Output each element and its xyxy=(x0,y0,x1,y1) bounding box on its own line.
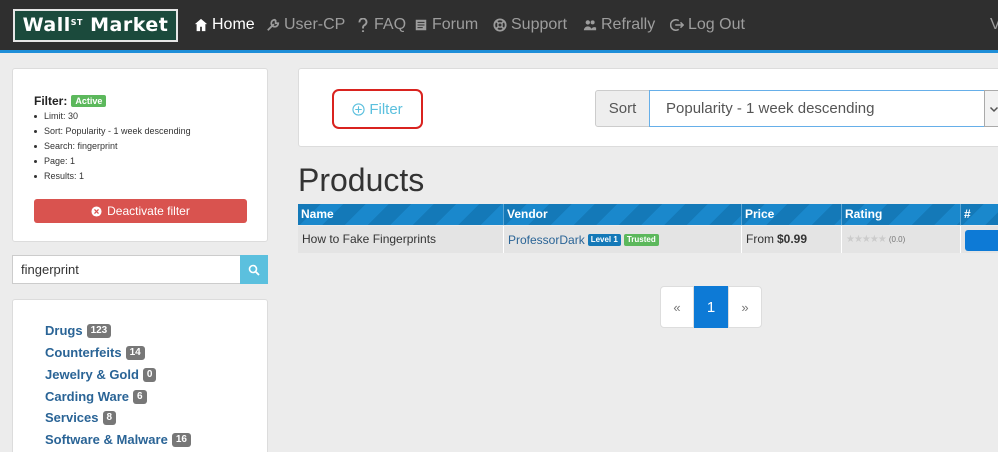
forum-icon xyxy=(415,19,427,31)
view-product-button[interactable] xyxy=(965,230,998,251)
sort-select[interactable]: Popularity - 1 week descending xyxy=(649,90,989,127)
search-input[interactable]: fingerprint xyxy=(12,255,240,284)
remove-circle-icon xyxy=(91,205,102,217)
nav-faq[interactable]: FAQ xyxy=(356,15,406,35)
search-icon xyxy=(248,264,260,276)
deactivate-filter-button[interactable]: Deactivate filter xyxy=(34,199,247,223)
vendor-link[interactable]: ProfessorDark xyxy=(508,233,585,247)
pagination-next-button[interactable]: » xyxy=(728,286,762,328)
category-counterfeits[interactable]: Counterfeits 14 xyxy=(45,344,145,362)
nav-forum[interactable]: Forum xyxy=(414,15,478,35)
category-count-badge: 6 xyxy=(133,390,147,404)
category-jewelry-gold[interactable]: Jewelry & Gold 0 xyxy=(45,366,157,384)
category-software-malware[interactable]: Software & Malware 16 xyxy=(45,431,191,449)
nav-support[interactable]: Support xyxy=(493,15,567,35)
nav-user-menu[interactable]: V xyxy=(990,15,998,35)
toolbar-panel: Filter Sort Popularity - 1 week descendi… xyxy=(298,68,998,147)
nav-logout[interactable]: Log Out xyxy=(670,15,745,35)
category-count-badge: 8 xyxy=(102,411,117,425)
nav-support-label: Support xyxy=(511,16,568,33)
product-rating-cell: ★★★★★ (0.0) xyxy=(842,226,961,253)
category-count-badge: 14 xyxy=(125,346,145,360)
filter-page: Page: 1 xyxy=(34,154,191,169)
filter-search: Search: fingerprint xyxy=(34,139,191,154)
filter-sort: Sort: Popularity - 1 week descending xyxy=(34,124,191,139)
filter-summary-panel: Filter: Active Limit: 30 Sort: Popularit… xyxy=(12,68,268,242)
category-count-badge: 0 xyxy=(142,368,157,382)
vendor-level-badge: Level 1 xyxy=(587,233,621,246)
category-label: Jewelry & Gold xyxy=(45,367,139,382)
rating-stars-icon: ★★★★★ xyxy=(846,234,887,245)
chevron-down-icon xyxy=(989,106,998,112)
filter-heading: Filter: Active xyxy=(34,94,107,108)
nav-user-cp[interactable]: User-CP xyxy=(266,15,345,35)
pagination: « 1 » xyxy=(660,286,762,328)
filter-limit: Limit: 30 xyxy=(34,109,191,124)
filter-button[interactable]: Filter xyxy=(332,89,423,129)
nav-home[interactable]: Home xyxy=(194,15,255,35)
price-value: $0.99 xyxy=(777,232,808,246)
filter-criteria-list: Limit: 30 Sort: Popularity - 1 week desc… xyxy=(34,109,191,184)
nav-user-cp-label: User-CP xyxy=(284,16,346,33)
product-price-cell: From $0.99 xyxy=(742,226,842,253)
column-header-price[interactable]: Price xyxy=(742,204,842,225)
category-drugs[interactable]: Drugs 123 xyxy=(45,322,112,340)
category-count-badge: 16 xyxy=(171,433,191,447)
lifebuoy-icon xyxy=(493,18,507,32)
nav-refrally[interactable]: Refrally xyxy=(583,15,655,35)
category-carding-ware[interactable]: Carding Ware 6 xyxy=(45,388,147,406)
products-heading: Products xyxy=(298,162,425,198)
nav-faq-label: FAQ xyxy=(374,16,407,33)
nav-logout-label: Log Out xyxy=(688,16,745,33)
nav-refrally-label: Refrally xyxy=(601,16,656,33)
users-icon xyxy=(583,20,597,31)
column-header-name[interactable]: Name xyxy=(298,204,504,225)
nav-home-label: Home xyxy=(212,16,255,33)
category-label: Counterfeits xyxy=(45,345,122,360)
category-label: Software & Malware xyxy=(45,432,168,447)
category-count-badge: 123 xyxy=(86,324,112,338)
product-name-cell[interactable]: How to Fake Fingerprints xyxy=(298,226,504,253)
product-vendor-cell: ProfessorDark Level 1 Trusted xyxy=(504,226,742,253)
category-services[interactable]: Services 8 xyxy=(45,409,117,427)
column-header-action: # xyxy=(961,204,998,225)
top-navbar: WallST Market Home User-CP FAQ Forum Sup… xyxy=(0,0,998,53)
product-name-link[interactable]: How to Fake Fingerprints xyxy=(302,226,436,253)
category-label: Carding Ware xyxy=(45,389,130,404)
sort-label: Sort xyxy=(595,90,650,127)
logo-text-market: Market xyxy=(83,14,169,36)
rating-value: (0.0) xyxy=(888,235,906,244)
search-button[interactable] xyxy=(240,255,268,284)
site-logo[interactable]: WallST Market xyxy=(13,9,178,42)
sort-dropdown-toggle[interactable] xyxy=(984,90,998,127)
logo-text-wall: Wall xyxy=(22,14,71,36)
deactivate-filter-label: Deactivate filter xyxy=(107,204,190,218)
nav-forum-label: Forum xyxy=(432,16,479,33)
nav-user-menu-label: V xyxy=(990,16,998,33)
home-icon xyxy=(194,18,208,32)
plus-circle-icon xyxy=(352,102,365,116)
price-prefix: From xyxy=(746,232,774,246)
column-header-vendor[interactable]: Vendor xyxy=(504,204,742,225)
column-header-rating[interactable]: Rating xyxy=(842,204,961,225)
question-icon xyxy=(358,18,368,32)
filter-status-badge: Active xyxy=(71,95,107,107)
filter-results: Results: 1 xyxy=(34,169,191,184)
category-panel: Drugs 123 Counterfeits 14 Jewelry & Gold… xyxy=(12,299,268,452)
pagination-prev-button[interactable]: « xyxy=(660,286,694,328)
vendor-trusted-badge: Trusted xyxy=(623,233,659,246)
filter-button-label: Filter xyxy=(369,100,403,118)
pagination-page-1[interactable]: 1 xyxy=(694,286,728,328)
logo-text-st: ST xyxy=(70,18,84,27)
wrench-icon xyxy=(267,18,280,31)
category-label: Drugs xyxy=(45,323,83,338)
filter-heading-label: Filter: xyxy=(34,94,68,108)
category-label: Services xyxy=(45,410,99,425)
logout-icon xyxy=(670,19,684,31)
